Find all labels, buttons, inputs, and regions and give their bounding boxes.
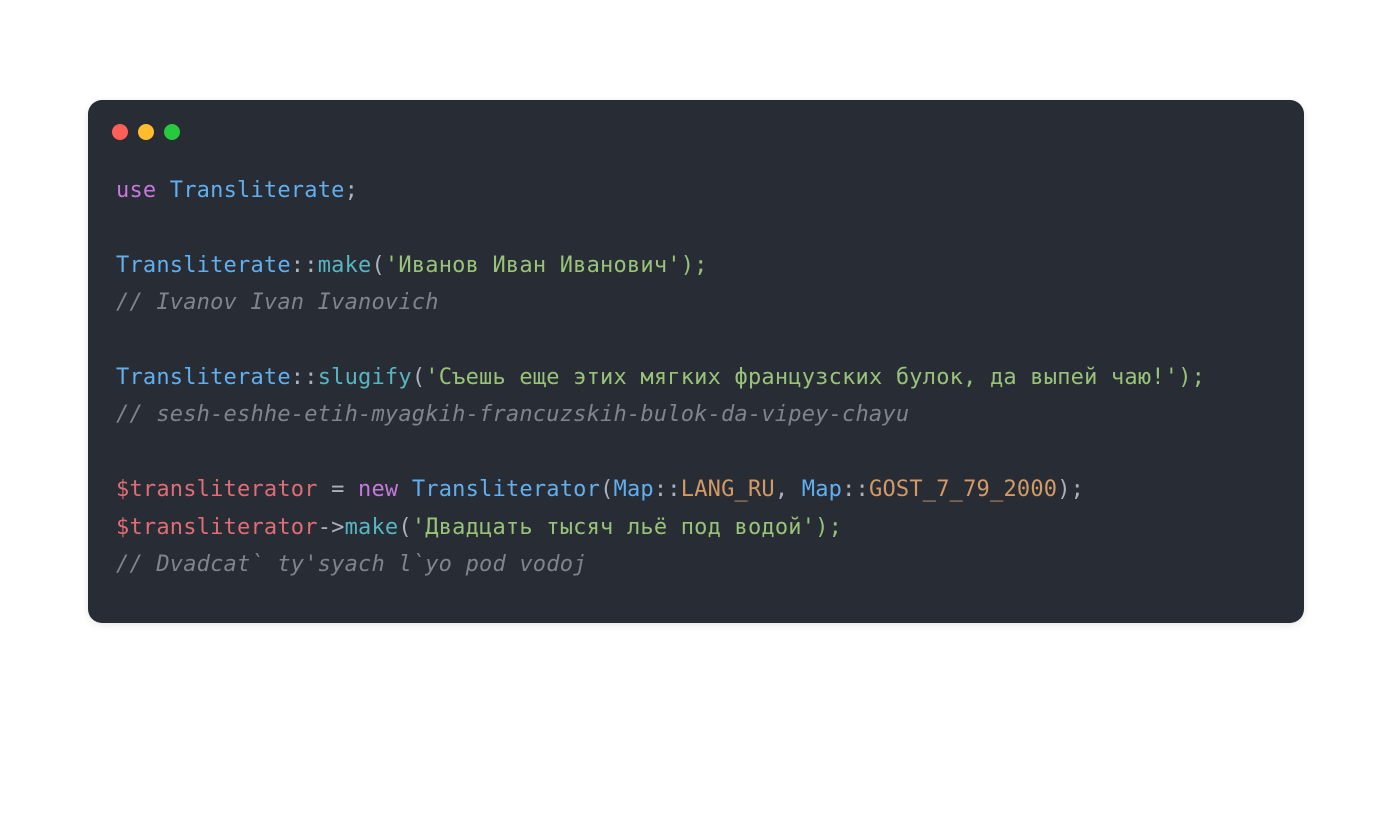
arrow-operator: -> [318,515,345,540]
class-name: Transliterate [116,253,291,278]
paren-close: ); [1057,477,1084,502]
close-icon[interactable] [112,124,128,140]
method-name: slugify [318,365,412,390]
space [398,477,411,502]
semicolon: ; [345,178,358,203]
string-literal: Иванов Иван Иванович [398,253,667,278]
maximize-icon[interactable] [164,124,180,140]
constant: GOST_7_79_2000 [869,477,1057,502]
string-quote: ' [425,365,438,390]
double-colon: :: [842,477,869,502]
code-block: use Transliterate; Transliterate::make('… [88,148,1304,623]
window-titlebar [88,100,1304,148]
method-name: make [318,253,372,278]
string-close: '); [802,515,842,540]
paren-open: ( [398,515,411,540]
string-close: '); [667,253,707,278]
assign: = [318,477,358,502]
string-literal: Двадцать тысяч льё под водой [425,515,801,540]
variable: $transliterator [116,477,318,502]
double-colon: :: [291,253,318,278]
paren-open: ( [371,253,384,278]
comma: , [775,477,802,502]
string-close: '); [1165,365,1205,390]
string-literal: Съешь еще этих мягких французских булок,… [439,365,1165,390]
comment: // Ivanov Ivan Ivanovich [116,290,439,315]
code-window: use Transliterate; Transliterate::make('… [88,100,1304,623]
comment: // Dvadcat` ty'syach l`yo pod vodoj [116,552,587,577]
class-name: Transliterate [116,365,291,390]
space [156,178,169,203]
string-quote: ' [412,515,425,540]
class-name: Map [614,477,654,502]
class-name: Map [802,477,842,502]
paren-open: ( [412,365,425,390]
constant: LANG_RU [681,477,775,502]
minimize-icon[interactable] [138,124,154,140]
variable: $transliterator [116,515,318,540]
string-quote: ' [385,253,398,278]
comment: // sesh-eshhe-etih-myagkih-francuzskih-b… [116,402,909,427]
keyword-use: use [116,178,156,203]
double-colon: :: [291,365,318,390]
class-name: Transliterate [170,178,345,203]
keyword-new: new [358,477,398,502]
double-colon: :: [654,477,681,502]
class-name: Transliterator [412,477,600,502]
method-name: make [345,515,399,540]
paren-open: ( [600,477,613,502]
